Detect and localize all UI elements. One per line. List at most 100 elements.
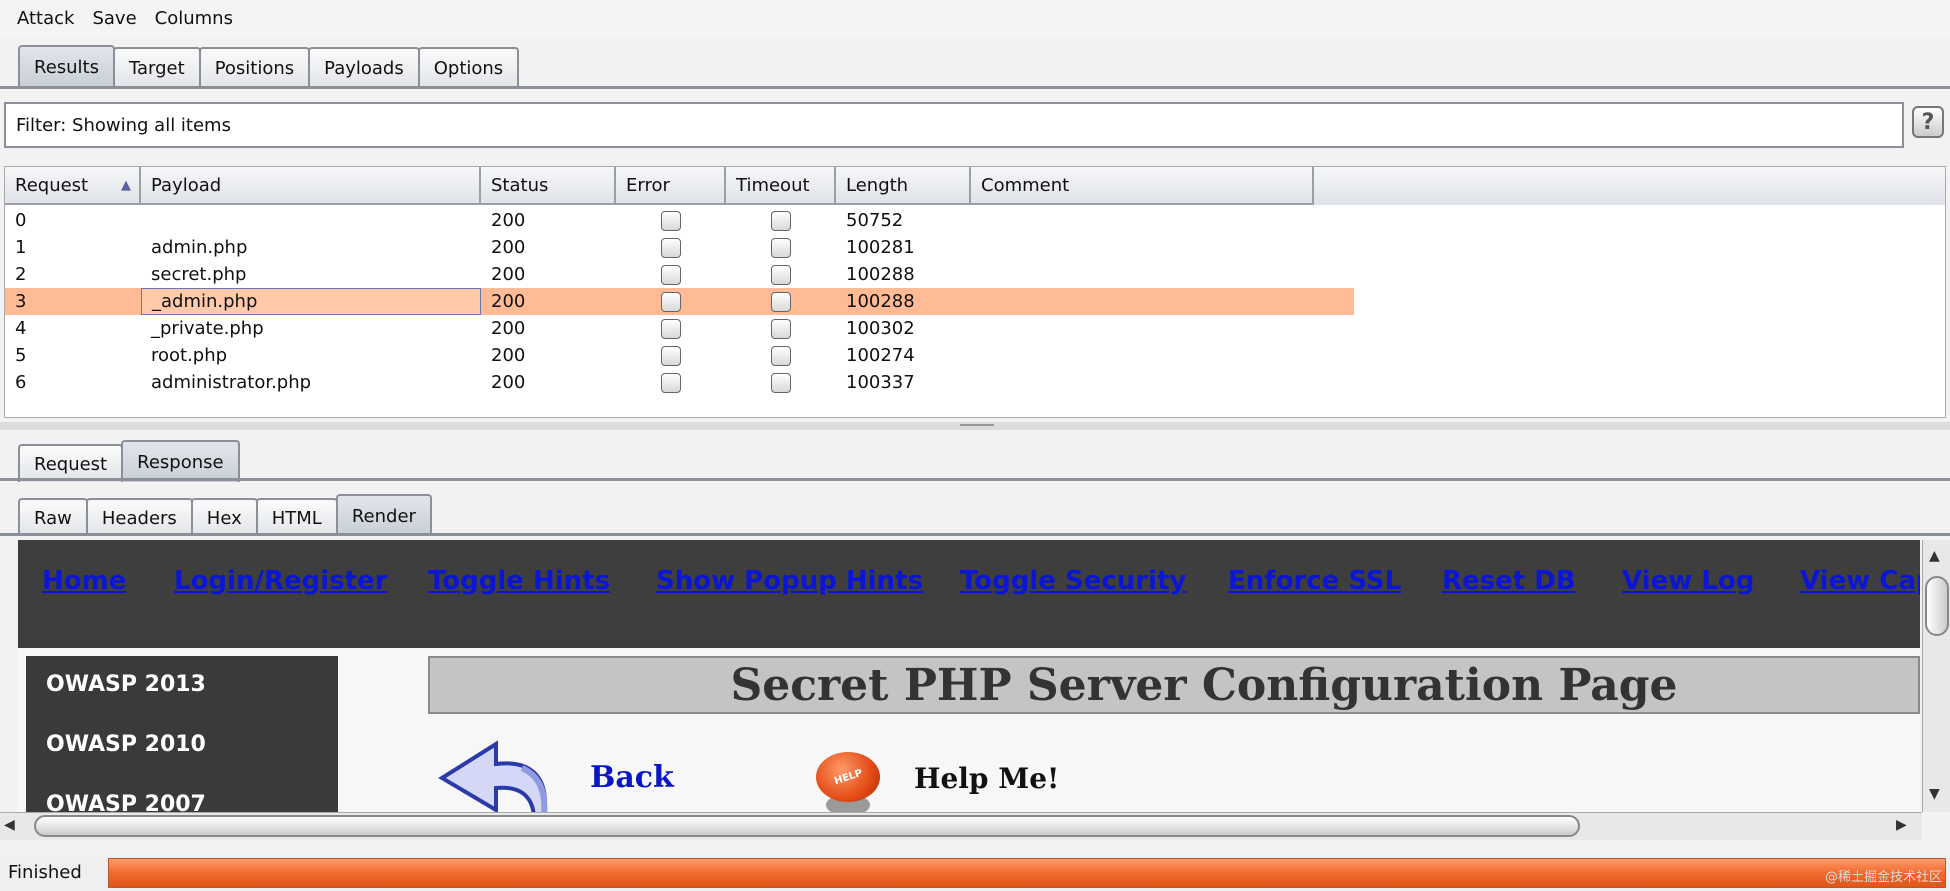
cell-comment <box>971 234 1314 261</box>
checkbox[interactable] <box>661 237 681 258</box>
checkbox[interactable] <box>771 318 791 339</box>
pane-splitter[interactable] <box>0 422 1950 430</box>
checkbox[interactable] <box>771 237 791 258</box>
scroll-up-icon[interactable]: ▲ <box>1929 548 1940 564</box>
cell-length: 100274 <box>846 345 915 366</box>
menu-save[interactable]: Save <box>83 8 145 29</box>
cell-status: 200 <box>491 345 526 366</box>
checkbox[interactable] <box>661 372 681 393</box>
checkbox[interactable] <box>661 291 681 312</box>
tab-hex[interactable]: Hex <box>190 498 258 536</box>
cell-timeout <box>726 207 836 234</box>
main-tabs: Results Target Positions Payloads Option… <box>18 45 520 87</box>
col-status[interactable]: Status <box>481 167 616 205</box>
checkbox[interactable] <box>661 318 681 339</box>
horizontal-scrollbar[interactable]: ◀ ▶ <box>0 812 1922 840</box>
col-error[interactable]: Error <box>616 167 726 205</box>
table-header: Request ▲ Payload Status Error Timeout L… <box>5 167 1945 205</box>
col-payload[interactable]: Payload <box>141 167 481 205</box>
help-me-label[interactable]: Help Me! <box>914 762 1059 795</box>
checkbox[interactable] <box>661 264 681 285</box>
cell-length: 100337 <box>846 372 915 393</box>
menu-bar: Attack Save Columns <box>0 0 1950 36</box>
scroll-down-icon[interactable]: ▼ <box>1929 786 1940 802</box>
cell-payload: admin.php <box>151 237 248 258</box>
checkbox[interactable] <box>661 345 681 366</box>
sidebar-owasp-2013[interactable]: OWASP 2013 <box>46 672 206 697</box>
sidebar-owasp-2010[interactable]: OWASP 2010 <box>46 732 206 757</box>
table-row[interactable]: 2 secret.php 200 100288 <box>5 261 1354 288</box>
cell-request: 0 <box>15 210 27 231</box>
cell-status: 200 <box>491 291 526 312</box>
vertical-scrollbar[interactable]: ▲ ▼ <box>1922 540 1950 812</box>
cell-comment <box>971 261 1314 288</box>
help-icon[interactable]: ? <box>1912 106 1944 138</box>
horizontal-scroll-thumb[interactable] <box>34 815 1580 837</box>
nav-home[interactable]: Home <box>42 566 126 596</box>
menu-columns[interactable]: Columns <box>146 8 242 29</box>
progress-bar <box>108 858 1946 888</box>
checkbox[interactable] <box>771 264 791 285</box>
col-comment[interactable]: Comment <box>971 167 1314 205</box>
sidebar-owasp-2007[interactable]: OWASP 2007 <box>46 792 206 812</box>
checkbox[interactable] <box>771 210 791 231</box>
table-row[interactable]: 1 admin.php 200 100281 <box>5 234 1354 261</box>
table-row[interactable]: 0 200 50752 <box>5 207 1354 234</box>
cell-error <box>616 261 726 288</box>
view-tabs: Raw Headers Hex HTML Render <box>18 494 432 536</box>
table-row[interactable]: 4 _private.php 200 100302 <box>5 315 1354 342</box>
nav-view-cap[interactable]: View Cap <box>1800 566 1920 596</box>
nav-toggle-hints[interactable]: Toggle Hints <box>428 566 610 596</box>
tab-headers[interactable]: Headers <box>85 498 193 536</box>
cell-comment <box>971 369 1314 396</box>
tab-response[interactable]: Response <box>121 440 240 482</box>
results-table: Request ▲ Payload Status Error Timeout L… <box>4 166 1946 418</box>
vertical-scroll-thumb[interactable] <box>1925 576 1949 636</box>
tab-request[interactable]: Request <box>18 444 124 482</box>
cell-timeout <box>726 315 836 342</box>
cell-timeout <box>726 342 836 369</box>
cell-error <box>616 342 726 369</box>
scroll-left-icon[interactable]: ◀ <box>4 817 15 833</box>
help-button-icon[interactable]: HELP <box>816 752 880 812</box>
col-request[interactable]: Request ▲ <box>5 167 141 205</box>
filter-bar[interactable]: Filter: Showing all items <box>4 102 1904 148</box>
menu-attack[interactable]: Attack <box>8 8 83 29</box>
cell-length: 100288 <box>846 264 915 285</box>
tab-html[interactable]: HTML <box>255 498 338 536</box>
checkbox[interactable] <box>771 345 791 366</box>
tab-positions[interactable]: Positions <box>198 47 311 87</box>
checkbox[interactable] <box>661 210 681 231</box>
nav-enforce-ssl[interactable]: Enforce SSL <box>1228 566 1401 596</box>
sort-ascending-icon: ▲ <box>121 177 131 193</box>
cell-length: 100302 <box>846 318 915 339</box>
scroll-right-icon[interactable]: ▶ <box>1896 817 1907 833</box>
col-length[interactable]: Length <box>836 167 971 205</box>
back-link[interactable]: Back <box>590 760 674 795</box>
table-row[interactable]: 6 administrator.php 200 100337 <box>5 369 1354 396</box>
tab-payloads[interactable]: Payloads <box>308 47 420 87</box>
nav-show-popup-hints[interactable]: Show Popup Hints <box>656 566 923 596</box>
cell-timeout <box>726 288 836 315</box>
table-row[interactable]: 5 root.php 200 100274 <box>5 342 1354 369</box>
splitter-handle[interactable] <box>960 424 994 428</box>
tab-results[interactable]: Results <box>18 45 115 87</box>
nav-toggle-security[interactable]: Toggle Security <box>960 566 1186 596</box>
nav-reset-db[interactable]: Reset DB <box>1442 566 1576 596</box>
tab-divider <box>0 86 1950 89</box>
nav-view-log[interactable]: View Log <box>1622 566 1754 596</box>
nav-login-register[interactable]: Login/Register <box>174 566 388 596</box>
col-timeout[interactable]: Timeout <box>726 167 836 205</box>
tab-target[interactable]: Target <box>113 47 201 87</box>
tab-options[interactable]: Options <box>417 47 520 87</box>
table-row[interactable]: 3 _admin.php 200 100288 <box>5 288 1354 315</box>
cell-error <box>616 315 726 342</box>
back-arrow-icon[interactable] <box>436 732 566 812</box>
status-bar: Finished @稀土掘金技术社区 <box>0 856 1950 891</box>
checkbox[interactable] <box>771 291 791 312</box>
checkbox[interactable] <box>771 372 791 393</box>
cell-request: 3 <box>15 291 27 312</box>
site-sidebar: OWASP 2013 OWASP 2010 OWASP 2007 <box>26 656 338 812</box>
tab-render[interactable]: Render <box>335 494 432 536</box>
tab-raw[interactable]: Raw <box>18 498 88 536</box>
